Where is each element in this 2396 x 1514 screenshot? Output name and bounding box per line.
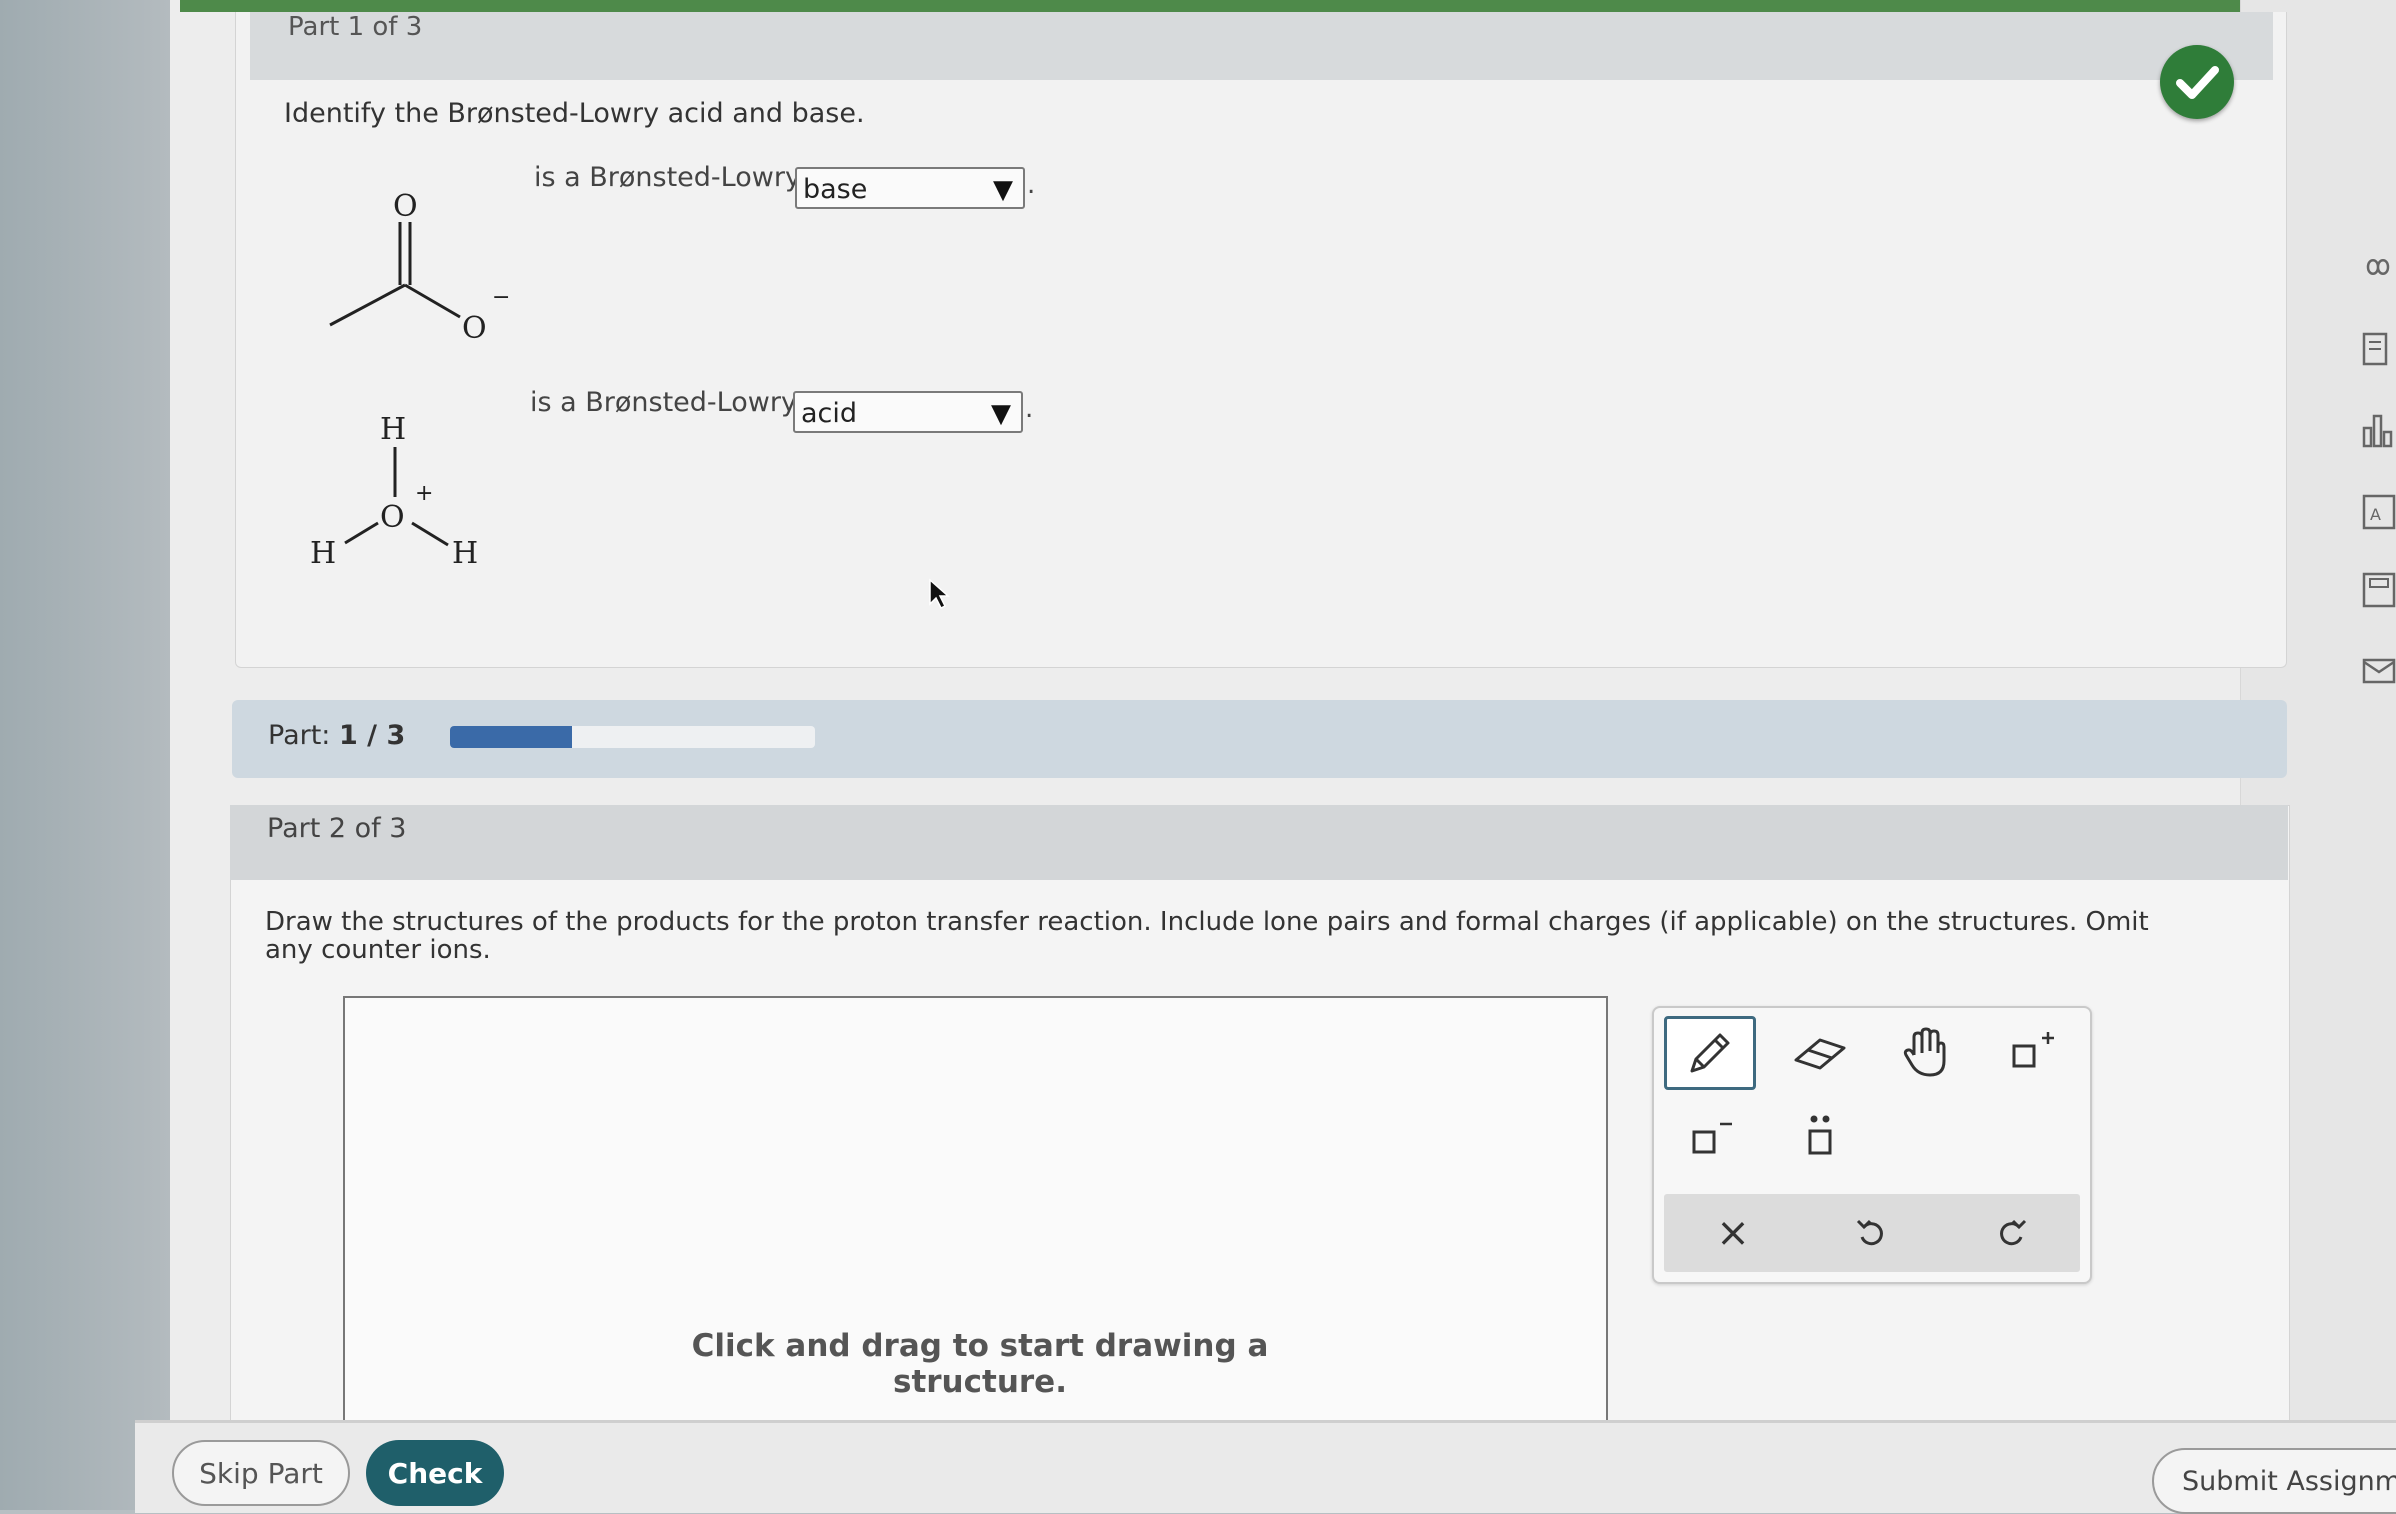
- part2-title: Part 2 of 3: [267, 813, 407, 844]
- periodic-table-icon[interactable]: A: [2360, 492, 2396, 532]
- clear-button[interactable]: ×: [1664, 1194, 1802, 1272]
- progress-label-prefix: Part:: [268, 720, 331, 751]
- atom-h-left: H: [310, 536, 336, 571]
- pencil-icon: [1690, 1033, 1730, 1073]
- eraser-icon: [1794, 1038, 1846, 1070]
- check-icon: [2160, 45, 2234, 119]
- progress-label-value: 1 / 3: [339, 720, 406, 751]
- skip-part-button[interactable]: Skip Part: [172, 1440, 350, 1506]
- part2-question: Draw the structures of the products for …: [265, 907, 2149, 965]
- base-dropdown-value: base: [803, 174, 868, 205]
- lone-pair-icon: [1808, 1115, 1832, 1155]
- lone-pair-tool[interactable]: [1774, 1102, 1866, 1176]
- undo-button[interactable]: [1803, 1194, 1941, 1272]
- part1-title: Part 1 of 3: [288, 12, 423, 42]
- row1-label: is a Brønsted-Lowry: [534, 162, 801, 193]
- redo-icon: [2000, 1219, 2027, 1246]
- redo-button[interactable]: [1942, 1194, 2080, 1272]
- chart-icon[interactable]: [2360, 410, 2396, 450]
- part1-header: [250, 12, 2273, 80]
- textbook-icon[interactable]: [2360, 330, 2396, 370]
- infinity-icon[interactable]: [2360, 252, 2396, 282]
- hand-icon: [1903, 1027, 1946, 1077]
- hydronium-structure: H O + H H: [310, 412, 478, 571]
- base-dropdown[interactable]: base ▼: [795, 167, 1025, 209]
- undo-icon: [1856, 1219, 1883, 1246]
- eraser-tool[interactable]: [1774, 1016, 1866, 1090]
- acid-dropdown-value: acid: [801, 398, 858, 429]
- check-button[interactable]: Check: [366, 1440, 504, 1506]
- part1-question: Identify the Brønsted-Lowry acid and bas…: [284, 98, 865, 129]
- top-status-bar: [180, 0, 2240, 12]
- acid-dropdown[interactable]: acid ▼: [793, 391, 1023, 433]
- row2-period: .: [1025, 394, 1034, 424]
- positive-charge-tool[interactable]: [1984, 1016, 2076, 1090]
- toolbar-actions: ×: [1664, 1194, 2080, 1272]
- dropdown-arrow-icon: ▼: [993, 175, 1013, 205]
- drawing-toolbar: ×: [1652, 1006, 2092, 1284]
- atom-h-right: H: [452, 536, 478, 571]
- negative-charge: −: [492, 285, 510, 310]
- canvas-hint: Click and drag to start drawing a struct…: [691, 1328, 1269, 1400]
- negative-charge-icon: [1692, 1122, 1732, 1154]
- dropdown-arrow-icon: ▼: [991, 399, 1011, 429]
- mouse-cursor-icon: [929, 578, 950, 610]
- atom-o-bottom: O: [462, 311, 487, 346]
- positive-charge: +: [415, 481, 433, 506]
- progress-fill: [450, 726, 572, 748]
- atom-h-top: H: [380, 412, 406, 447]
- hand-tool[interactable]: [1879, 1016, 1971, 1090]
- mail-icon[interactable]: [2360, 656, 2396, 686]
- atom-o-top: O: [393, 189, 418, 224]
- progress-label: Part: 1 / 3: [268, 720, 405, 751]
- left-gutter: [0, 0, 180, 1510]
- calculator-icon[interactable]: [2360, 570, 2396, 610]
- acetate-structure: O O −: [329, 189, 510, 346]
- svg-text:A: A: [2370, 505, 2381, 524]
- positive-charge-icon: [2012, 1032, 2054, 1068]
- progress-track: [450, 726, 815, 748]
- part2-header: [230, 805, 2288, 880]
- row1-period: .: [1027, 170, 1036, 200]
- submit-assignment-button[interactable]: Submit Assignme: [2152, 1448, 2396, 1514]
- negative-charge-tool[interactable]: [1664, 1102, 1756, 1176]
- atom-o: O: [380, 500, 405, 535]
- clear-icon: ×: [1716, 1210, 1750, 1256]
- pencil-tool[interactable]: [1664, 1016, 1756, 1090]
- row2-label: is a Brønsted-Lowry: [530, 387, 797, 418]
